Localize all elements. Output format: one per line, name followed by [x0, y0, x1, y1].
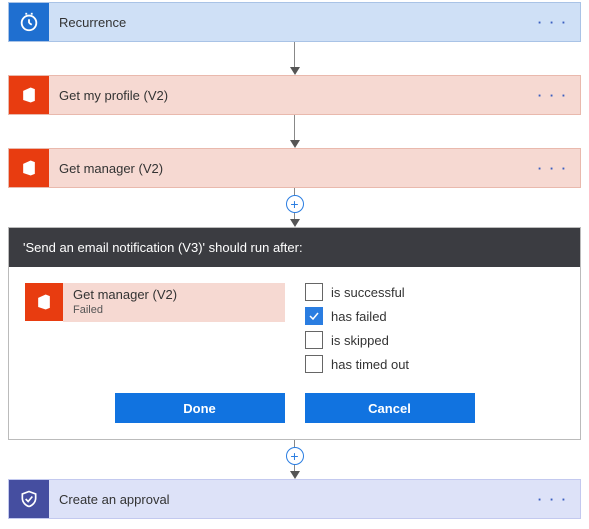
add-step-button[interactable]: +	[286, 195, 304, 213]
previous-step-card: Get manager (V2) Failed	[25, 283, 285, 373]
office-icon	[9, 149, 49, 187]
more-icon[interactable]: · · ·	[526, 15, 580, 30]
clock-icon	[9, 3, 49, 41]
office-icon	[9, 76, 49, 114]
option-is-successful[interactable]: is successful	[305, 283, 409, 301]
done-button[interactable]: Done	[115, 393, 285, 423]
run-after-panel: 'Send an email notification (V3)' should…	[8, 227, 581, 440]
checkbox-icon	[305, 307, 323, 325]
option-label: has timed out	[331, 357, 409, 372]
checkbox-icon	[305, 331, 323, 349]
option-label: has failed	[331, 309, 387, 324]
run-after-options: is successful has failed is skipped	[305, 283, 409, 373]
step-get-manager[interactable]: Get manager (V2) · · ·	[8, 148, 581, 188]
connector-add: +	[8, 440, 581, 479]
approval-icon	[9, 480, 49, 518]
option-has-failed[interactable]: has failed	[305, 307, 409, 325]
option-label: is skipped	[331, 333, 389, 348]
more-icon[interactable]: · · ·	[526, 161, 580, 176]
option-is-skipped[interactable]: is skipped	[305, 331, 409, 349]
previous-step-status: Failed	[73, 304, 275, 316]
step-label: Get manager (V2)	[49, 161, 526, 176]
checkbox-icon	[305, 355, 323, 373]
more-icon[interactable]: · · ·	[526, 88, 580, 103]
connector	[8, 115, 581, 148]
option-label: is successful	[331, 285, 405, 300]
step-label: Get my profile (V2)	[49, 88, 526, 103]
step-label: Create an approval	[49, 492, 526, 507]
checkbox-icon	[305, 283, 323, 301]
office-icon	[25, 283, 63, 321]
cancel-button[interactable]: Cancel	[305, 393, 475, 423]
step-get-my-profile[interactable]: Get my profile (V2) · · ·	[8, 75, 581, 115]
previous-step-title: Get manager (V2)	[73, 287, 275, 302]
connector-add: +	[8, 188, 581, 227]
panel-title: 'Send an email notification (V3)' should…	[9, 228, 580, 267]
step-recurrence[interactable]: Recurrence · · ·	[8, 2, 581, 42]
connector	[8, 42, 581, 75]
more-icon[interactable]: · · ·	[526, 492, 580, 507]
add-step-button[interactable]: +	[286, 447, 304, 465]
step-create-approval[interactable]: Create an approval · · ·	[8, 479, 581, 519]
option-has-timed-out[interactable]: has timed out	[305, 355, 409, 373]
step-label: Recurrence	[49, 15, 526, 30]
